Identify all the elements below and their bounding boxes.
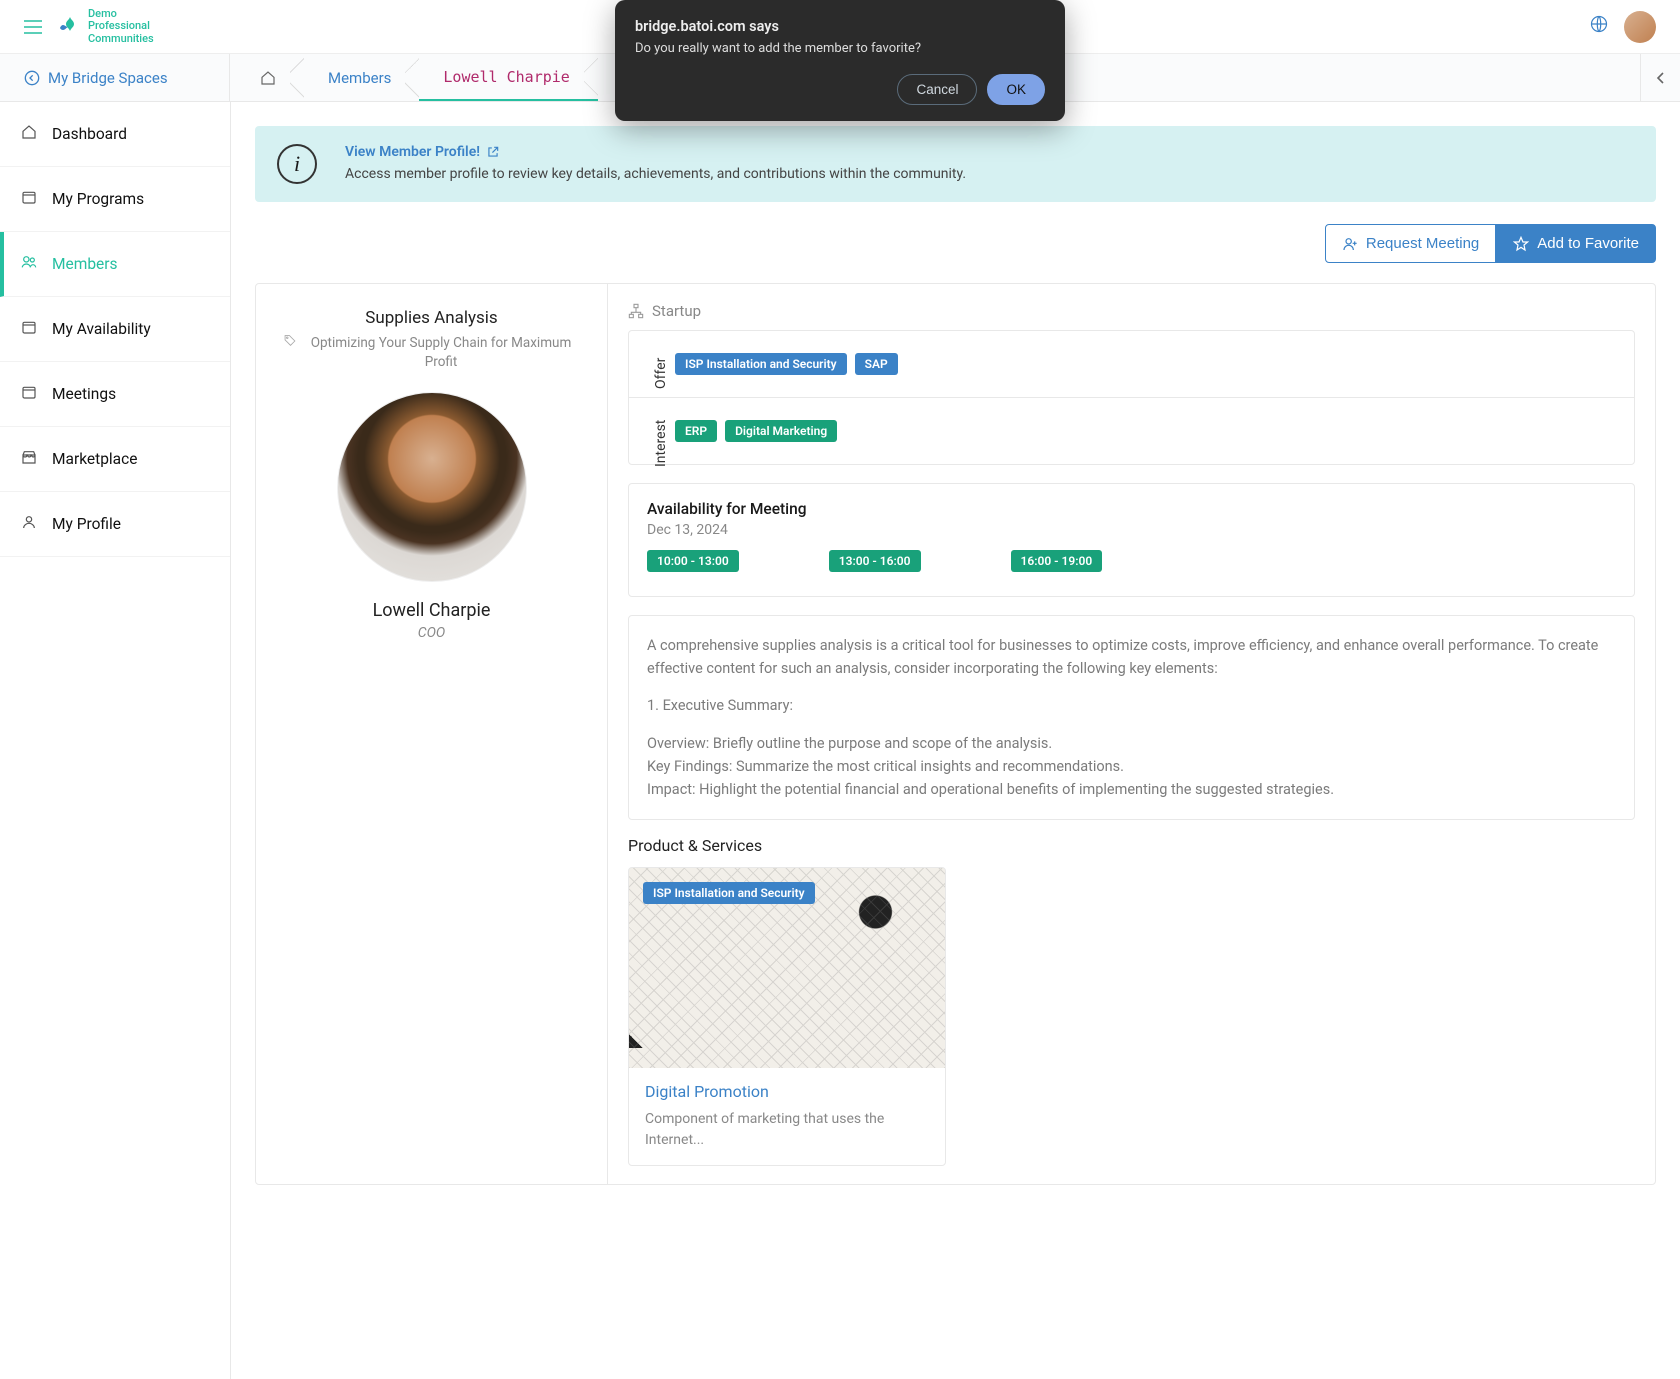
interest-tag: Digital Marketing [725,420,837,442]
brand-line2: Professional [88,20,154,32]
crumb-home[interactable] [230,54,304,101]
desc-paragraph: A comprehensive supplies analysis is a c… [647,634,1616,680]
profile-section: Supplies Analysis [276,308,587,328]
banner-subtitle: Access member profile to review key deta… [345,166,966,182]
profile-summary: Supplies Analysis Optimizing Your Supply… [256,284,608,1184]
availability-title: Availability for Meeting [647,500,1616,518]
sitemap-icon [628,303,644,319]
cancel-button[interactable]: Cancel [897,74,977,105]
offer-interest-box: Offer Interest ISP Installation and Secu… [628,330,1635,465]
main-content: i View Member Profile! Access member pro… [231,102,1680,1379]
star-icon [1513,236,1529,252]
sidebar: Dashboard My Programs Members My Availab… [0,102,231,1379]
menu-icon[interactable] [24,15,42,39]
product-desc: Component of marketing that uses the Int… [645,1109,929,1151]
calendar-icon [20,384,38,404]
brand-logo[interactable]: Demo Professional Communities [58,8,154,44]
availability-box: Availability for Meeting Dec 13, 2024 10… [628,483,1635,597]
add-favorite-button[interactable]: Add to Favorite [1496,224,1656,263]
external-link-icon [486,145,500,159]
collapse-toggle[interactable] [1640,54,1680,101]
time-slot[interactable]: 13:00 - 16:00 [829,550,921,572]
dialog-message: Do you really want to add the member to … [635,41,1045,56]
sidebar-label: Meetings [52,385,116,403]
availability-date: Dec 13, 2024 [647,522,1616,538]
tag-icon [284,334,297,348]
time-slot[interactable]: 10:00 - 13:00 [647,550,739,572]
sidebar-label: Members [52,255,118,273]
user-plus-icon [1342,236,1358,252]
sidebar-label: Dashboard [52,125,127,143]
calendar-icon [20,189,38,209]
org-type: Startup [628,302,1635,320]
banner-title-link[interactable]: View Member Profile! [345,144,966,160]
sidebar-item-marketplace[interactable]: Marketplace [0,427,230,492]
back-to-spaces[interactable]: My Bridge Spaces [0,54,230,101]
brand-line3: Communities [88,33,154,45]
sidebar-item-programs[interactable]: My Programs [0,167,230,232]
profile-name: Lowell Charpie [276,600,587,621]
button-label: Request Meeting [1366,235,1479,252]
crumb-current-label: Lowell Charpie [443,68,569,86]
info-icon: i [277,144,317,184]
profile-panel: Supplies Analysis Optimizing Your Supply… [255,283,1656,1185]
sidebar-label: My Profile [52,515,121,533]
home-icon [20,124,38,144]
sidebar-label: Marketplace [52,450,137,468]
interest-tag: ERP [675,420,717,442]
sidebar-item-profile[interactable]: My Profile [0,492,230,557]
sidebar-item-meetings[interactable]: Meetings [0,362,230,427]
offer-tag: ISP Installation and Security [675,353,847,375]
globe-icon[interactable] [1590,15,1608,38]
desc-line: Overview: Briefly outline the purpose an… [647,732,1616,755]
confirm-dialog: bridge.batoi.com says Do you really want… [615,0,1065,121]
offer-label: Offer [653,358,669,389]
calendar-icon [20,319,38,339]
store-icon [20,449,38,469]
ok-button[interactable]: OK [987,74,1045,105]
banner-title: View Member Profile! [345,144,480,160]
sidebar-item-members[interactable]: Members [0,232,230,297]
user-icon [20,514,38,534]
offer-tag: SAP [855,353,898,375]
sidebar-label: My Programs [52,190,144,208]
crumb-members-label: Members [328,69,391,87]
products-heading: Product & Services [628,836,1635,855]
chevron-left-icon [1656,71,1666,85]
desc-paragraph: 1. Executive Summary: [647,694,1616,717]
user-avatar[interactable] [1624,11,1656,43]
sidebar-label: My Availability [52,320,151,338]
profile-role: COO [276,625,587,641]
desc-line: Key Findings: Summarize the most critica… [647,755,1616,778]
crumb-members[interactable]: Members [304,54,419,101]
users-icon [20,254,38,274]
back-label: My Bridge Spaces [48,69,168,87]
description-box: A comprehensive supplies analysis is a c… [628,615,1635,820]
profile-tagline: Optimizing Your Supply Chain for Maximum… [303,334,579,372]
request-meeting-button[interactable]: Request Meeting [1325,224,1496,263]
info-banner: i View Member Profile! Access member pro… [255,126,1656,202]
home-icon [260,70,276,86]
product-card[interactable]: ISP Installation and Security Digital Pr… [628,867,946,1166]
button-label: Add to Favorite [1537,235,1639,252]
profile-avatar [337,392,527,582]
arrow-left-icon [24,70,40,86]
sidebar-item-availability[interactable]: My Availability [0,297,230,362]
dialog-title: bridge.batoi.com says [635,18,1045,35]
product-tag: ISP Installation and Security [643,882,815,904]
interest-label: Interest [653,420,669,467]
crumb-current: Lowell Charpie [419,54,597,101]
desc-line: Impact: Highlight the potential financia… [647,778,1616,801]
product-title[interactable]: Digital Promotion [645,1082,929,1101]
sidebar-item-dashboard[interactable]: Dashboard [0,102,230,167]
time-slot[interactable]: 16:00 - 19:00 [1011,550,1103,572]
org-type-label: Startup [652,302,701,320]
product-image: ISP Installation and Security [629,868,945,1068]
